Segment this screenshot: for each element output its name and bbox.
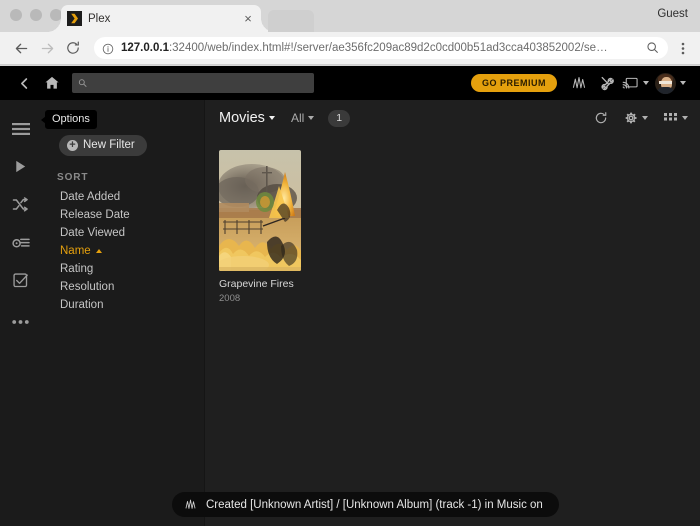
account-menu-chevron-icon[interactable]	[676, 69, 690, 97]
url-path: :32400/web/index.html#!/server/ae356fc20…	[168, 42, 608, 54]
sort-item-duration[interactable]: Duration	[41, 296, 204, 314]
wrench-screwdriver-icon[interactable]	[593, 69, 621, 97]
library-toolbar: Movies All 1	[205, 100, 700, 136]
new-filter-label: New Filter	[83, 139, 135, 151]
sidebar-item-shuffle[interactable]	[0, 188, 41, 226]
minimize-window-button[interactable]	[30, 9, 42, 21]
checkbox-check-icon	[12, 272, 29, 294]
activity-pulse-icon	[184, 498, 197, 511]
sidebar-item-select[interactable]	[0, 264, 41, 302]
filter-label: All	[290, 111, 305, 125]
chevron-down-icon	[642, 116, 648, 120]
sort-heading: SORT	[57, 172, 89, 183]
sort-item-rating[interactable]: Rating	[41, 260, 204, 278]
search-icon[interactable]	[646, 41, 660, 55]
sort-ascending-icon	[95, 248, 102, 253]
browser-titlebar: Plex × Guest	[0, 0, 700, 32]
refresh-icon[interactable]	[594, 111, 608, 125]
result-count-badge: 1	[328, 109, 351, 127]
go-premium-button[interactable]: GO PREMIUM	[470, 74, 557, 92]
info-circle-icon[interactable]	[102, 42, 114, 55]
sidebar-item-more[interactable]	[0, 302, 41, 340]
options-panel: Options + New Filter SORT Date Added Rel…	[41, 100, 205, 526]
plus-circle-icon: +	[67, 139, 78, 151]
sort-item-resolution[interactable]: Resolution	[41, 278, 204, 296]
new-filter-button[interactable]: + New Filter	[59, 135, 147, 156]
wildfire-landscape-painting[interactable]	[219, 150, 301, 271]
avatar-body	[657, 86, 674, 94]
sort-item-date-added[interactable]: Date Added	[41, 188, 204, 206]
notification-toast[interactable]: Created [Unknown Artist] / [Unknown Albu…	[172, 492, 559, 517]
library-filter-dropdown[interactable]: All	[290, 111, 315, 125]
close-window-button[interactable]	[10, 9, 22, 21]
ellipsis-icon	[12, 312, 29, 330]
chevron-down-icon	[268, 116, 275, 120]
sort-item-release-date[interactable]: Release Date	[41, 206, 204, 224]
left-rail	[0, 100, 41, 526]
library-content: Movies All 1 Grapevine Fires 2008	[205, 100, 700, 526]
chevron-left-icon[interactable]	[10, 69, 38, 97]
kebab-menu-icon[interactable]	[674, 41, 692, 56]
plex-body: Options + New Filter SORT Date Added Rel…	[0, 100, 700, 526]
sort-item-date-viewed[interactable]: Date Viewed	[41, 224, 204, 242]
options-tooltip: Options	[41, 110, 97, 129]
browser-tab[interactable]: Plex ×	[47, 5, 261, 32]
toast-message: Created [Unknown Artist] / [Unknown Albu…	[206, 498, 543, 511]
library-title-dropdown[interactable]: Movies	[219, 110, 275, 126]
reload-icon[interactable]	[60, 35, 86, 61]
close-icon[interactable]: ×	[241, 12, 255, 26]
chevron-down-icon	[308, 116, 315, 120]
media-year: 2008	[219, 293, 241, 304]
chevron-down-icon	[642, 81, 649, 85]
play-icon	[13, 159, 28, 179]
cast-icon[interactable]	[621, 69, 649, 97]
plex-app-header: GO PREMIUM	[0, 66, 700, 100]
avatar-band	[659, 80, 672, 84]
plex-chevron-icon	[67, 11, 82, 26]
plex-web-app: GO PREMIUM Options + New Filter SORT Dat…	[0, 66, 700, 526]
guest-profile-label[interactable]: Guest	[657, 8, 688, 20]
address-bar[interactable]: 127.0.0.1:32400/web/index.html#!/server/…	[94, 37, 668, 59]
forward-arrow-icon	[34, 35, 60, 61]
shuffle-icon	[12, 197, 29, 217]
home-icon[interactable]	[38, 69, 66, 97]
back-arrow-icon[interactable]	[8, 35, 34, 61]
search-field[interactable]	[92, 76, 308, 90]
media-card[interactable]: Grapevine Fires 2008	[219, 150, 301, 304]
search-icon	[78, 79, 87, 87]
playlist-add-icon	[11, 236, 30, 255]
sort-item-name-label: Name	[60, 245, 91, 257]
media-title: Grapevine Fires	[219, 278, 294, 290]
search-input[interactable]	[72, 73, 314, 93]
sidebar-item-playlist[interactable]	[0, 226, 41, 264]
avatar[interactable]	[655, 72, 676, 94]
sort-item-name[interactable]: Name	[41, 242, 204, 260]
sidebar-item-menu[interactable]	[0, 112, 41, 150]
grid-layout-icon[interactable]	[664, 111, 688, 125]
browser-window: Plex × Guest 127.0.0.1:32400/web/index.h…	[0, 0, 700, 526]
url-text: 127.0.0.1:32400/web/index.html#!/server/…	[121, 42, 642, 54]
url-host: 127.0.0.1	[121, 42, 169, 54]
media-grid: Grapevine Fires 2008	[205, 136, 700, 526]
page-title: Movies	[219, 110, 265, 126]
new-tab-button[interactable]	[268, 10, 314, 32]
sidebar-item-play[interactable]	[0, 150, 41, 188]
activity-pulse-icon[interactable]	[565, 69, 593, 97]
chevron-down-icon	[682, 116, 688, 120]
hamburger-menu-icon	[11, 122, 30, 141]
tab-title: Plex	[88, 12, 111, 25]
browser-toolbar: 127.0.0.1:32400/web/index.html#!/server/…	[0, 32, 700, 65]
gear-icon[interactable]	[624, 111, 648, 125]
